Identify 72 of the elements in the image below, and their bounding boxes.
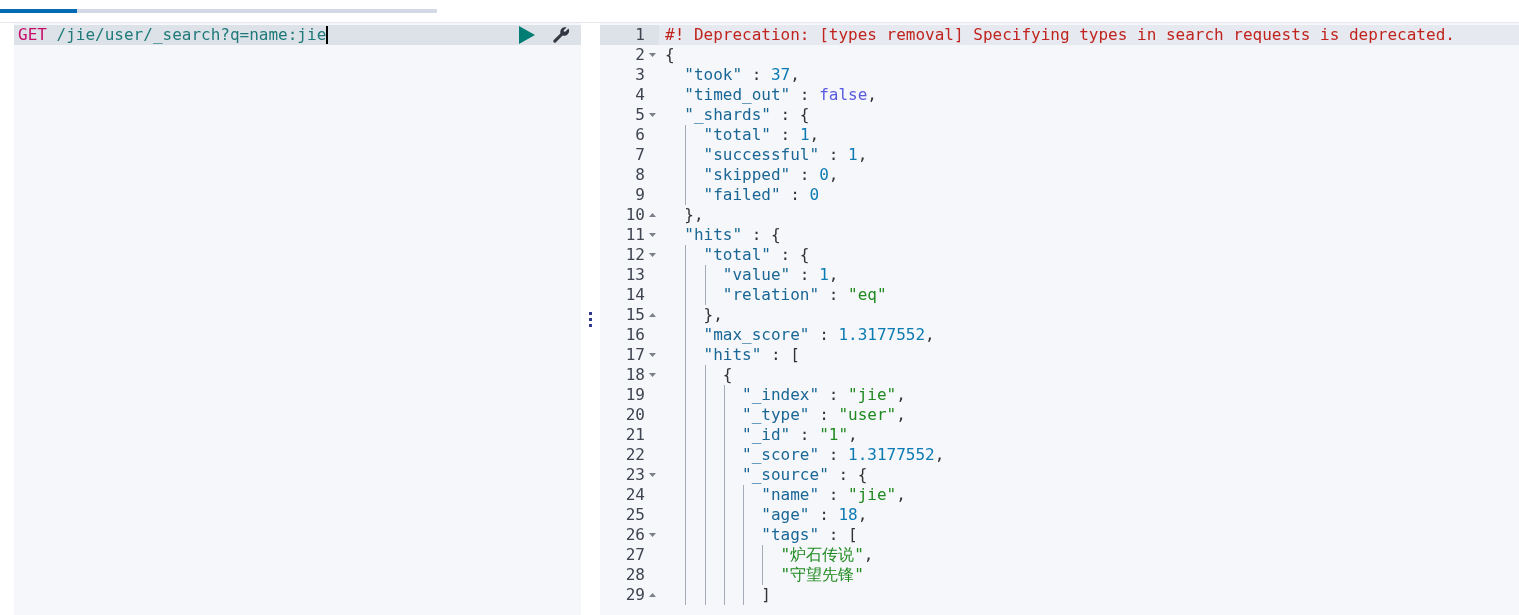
code-line: "hits" : [ (702, 345, 800, 364)
line-number: 22 (625, 445, 645, 465)
line-number: 21 (625, 425, 645, 445)
code-line: "took" : 37, (683, 65, 800, 84)
code-line: "skipped" : 0, (702, 165, 839, 184)
line-number: 12 (625, 245, 645, 265)
unfold-caret-icon[interactable] (648, 313, 656, 317)
code-line: "value" : 1, (721, 265, 839, 284)
line-number: 9 (635, 185, 645, 205)
fold-caret-icon[interactable] (648, 113, 656, 117)
unfold-caret-icon[interactable] (648, 213, 656, 217)
code-line: ] (760, 585, 771, 604)
line-number: 7 (635, 145, 645, 165)
code-line: "total" : { (702, 245, 810, 264)
code-line: "_score" : 1.3177552, (741, 445, 945, 464)
line-number: 27 (625, 545, 645, 565)
fold-caret-icon[interactable] (648, 53, 656, 57)
code-line: "name" : "jie", (760, 485, 906, 504)
code-line: "守望先锋" (779, 565, 864, 584)
code-line: "_type" : "user", (741, 405, 906, 424)
line-number: 20 (625, 405, 645, 425)
code-line: "_index" : "jie", (741, 385, 906, 404)
line-number: 19 (625, 385, 645, 405)
line-number: 3 (635, 65, 645, 85)
code-line: "_source" : { (741, 465, 868, 484)
code-line: "failed" : 0 (702, 185, 820, 204)
text-cursor (326, 26, 329, 44)
line-number: 24 (625, 485, 645, 505)
line-number: 11 (625, 225, 645, 245)
line-number: 26 (625, 525, 645, 545)
line-number: 15 (625, 305, 645, 325)
line-number: 8 (635, 165, 645, 185)
line-number: 17 (625, 345, 645, 365)
code-line: { (665, 45, 675, 64)
line-number: 2 (635, 45, 645, 65)
code-line: "timed_out" : false, (683, 85, 877, 104)
code-line: "_shards" : { (683, 105, 810, 124)
line-number: 28 (625, 565, 645, 585)
code-line: "age" : 18, (760, 505, 868, 524)
deprecation-comment: #! Deprecation: [types removal] Specifying types in search requests is deprecated. (665, 25, 1455, 44)
code-line: "total" : 1, (702, 125, 820, 144)
line-number: 13 (625, 265, 645, 285)
code-line: "hits" : { (683, 225, 781, 244)
line-number: 5 (635, 105, 645, 125)
line-number: 4 (635, 85, 645, 105)
code-line: }, (702, 305, 723, 324)
code-line: { (721, 365, 733, 384)
wrench-icon[interactable] (551, 25, 571, 45)
fold-caret-icon[interactable] (648, 233, 656, 237)
unfold-caret-icon[interactable] (648, 593, 656, 597)
line-number: 1 (635, 25, 645, 45)
line-number: 6 (635, 125, 645, 145)
line-number: 10 (625, 205, 645, 225)
line-number: 29 (625, 585, 645, 605)
line-number: 14 (625, 285, 645, 305)
line-number: 25 (625, 505, 645, 525)
code-line: "炉石传说", (779, 545, 874, 564)
code-line: "successful" : 1, (702, 145, 868, 164)
fold-caret-icon[interactable] (648, 373, 656, 377)
code-line: }, (683, 205, 704, 224)
fold-caret-icon[interactable] (648, 473, 656, 477)
line-number: 23 (625, 465, 645, 485)
code-line: "relation" : "eq" (721, 285, 887, 304)
fold-caret-icon[interactable] (648, 533, 656, 537)
code-line: "max_score" : 1.3177552, (702, 325, 935, 344)
code-line: "_id" : "1", (741, 425, 858, 444)
code-line: "tags" : [ (760, 525, 858, 544)
play-icon[interactable] (519, 26, 535, 44)
fold-caret-icon[interactable] (648, 253, 656, 257)
line-number: 18 (625, 365, 645, 385)
line-number: 16 (625, 325, 645, 345)
fold-caret-icon[interactable] (648, 353, 656, 357)
